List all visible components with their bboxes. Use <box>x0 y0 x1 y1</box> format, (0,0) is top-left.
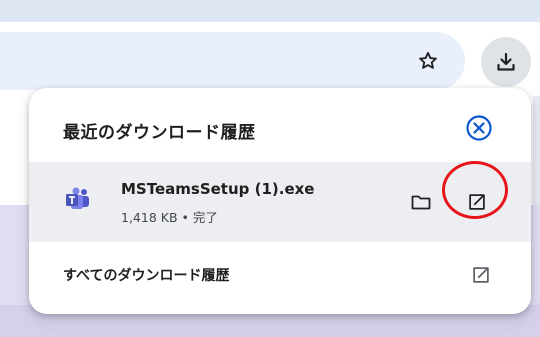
browser-window: 最近のダウンロード履歴 MSTeamsSetup (1).exe 1,418 K… <box>0 0 540 337</box>
teams-icon <box>66 187 89 209</box>
open-downloads-page-button[interactable] <box>468 262 494 288</box>
bookmark-star-icon <box>419 52 437 69</box>
close-button[interactable] <box>464 113 494 143</box>
panel-title: 最近のダウンロード履歴 <box>63 123 256 143</box>
all-downloads-link[interactable]: すべてのダウンロード履歴 <box>63 265 229 285</box>
address-bar[interactable] <box>0 32 465 90</box>
open-external-icon <box>469 194 485 210</box>
meta-separator: • <box>181 210 189 225</box>
download-item[interactable]: MSTeamsSetup (1).exe 1,418 KB • 完了 <box>29 162 531 242</box>
show-in-folder-button[interactable] <box>407 188 435 216</box>
close-circle-icon <box>466 115 492 141</box>
open-file-button[interactable] <box>458 183 496 221</box>
file-name[interactable]: MSTeamsSetup (1).exe <box>121 180 314 198</box>
download-icon <box>497 52 515 71</box>
file-size: 1,418 KB <box>121 210 178 225</box>
downloads-panel: 最近のダウンロード履歴 MSTeamsSetup (1).exe 1,418 K… <box>29 88 531 314</box>
open-external-icon <box>473 267 489 283</box>
all-downloads-row[interactable]: すべてのダウンロード履歴 <box>29 242 531 308</box>
bookmark-star-button[interactable] <box>411 44 445 78</box>
file-meta: 1,418 KB • 完了 <box>121 207 218 226</box>
download-button[interactable] <box>481 37 531 87</box>
download-status: 完了 <box>192 210 218 225</box>
tab-strip <box>0 0 540 22</box>
folder-icon <box>411 195 431 210</box>
